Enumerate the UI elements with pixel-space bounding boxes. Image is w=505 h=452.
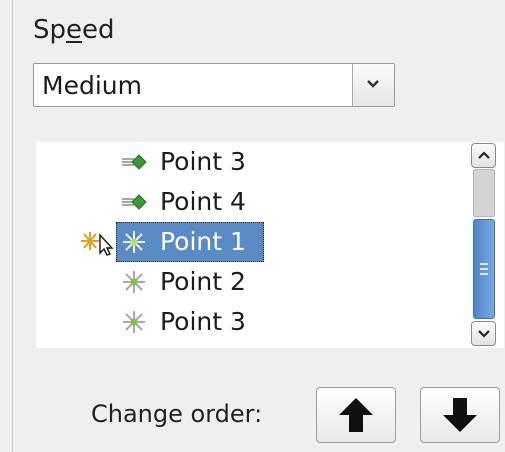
custom-animation-panel: Speed Medium Point 3 Point 4 Point 1 Poi…: [0, 0, 505, 452]
change-order-label: Change order:: [91, 400, 263, 428]
list-item-label: Point 3: [160, 147, 246, 176]
list-item[interactable]: Point 3: [36, 142, 466, 182]
scroll-down-button[interactable]: [471, 321, 496, 346]
motion-path-icon: [122, 194, 147, 210]
scroll-thumb-grip: [480, 268, 488, 270]
scroll-thumb[interactable]: [473, 219, 495, 319]
list-item-label: Point 1: [160, 227, 246, 256]
list-item[interactable]: Point 3: [36, 302, 466, 342]
chevron-up-icon: [478, 151, 490, 159]
arrow-down-icon: [443, 398, 477, 432]
panel-divider: [12, 0, 13, 452]
motion-path-icon: [122, 154, 147, 170]
list-item-label: Point 2: [160, 267, 246, 296]
list-item-selected[interactable]: Point 1: [116, 222, 264, 262]
sparkle-icon: [123, 311, 145, 333]
speed-dropdown-button[interactable]: [352, 64, 394, 106]
list-scrollbar[interactable]: [470, 142, 498, 348]
list-item-label: Point 4: [160, 187, 246, 216]
speed-select[interactable]: Medium: [33, 63, 395, 107]
list-item[interactable]: Point 4: [36, 182, 466, 222]
list-item[interactable]: Point 2: [36, 262, 466, 302]
speed-label: Speed: [33, 15, 115, 45]
scroll-up-button[interactable]: [471, 143, 496, 168]
scroll-thumb-grip: [480, 273, 488, 275]
scroll-track[interactable]: [473, 169, 495, 217]
move-up-button[interactable]: [316, 387, 396, 443]
mouse-click-trigger-icon: [81, 232, 114, 256]
move-down-button[interactable]: [420, 387, 500, 443]
list-item-label: Point 3: [160, 307, 246, 336]
arrow-up-icon: [339, 398, 373, 432]
speed-select-value: Medium: [42, 71, 142, 100]
scroll-thumb-grip: [480, 263, 488, 265]
chevron-down-icon: [478, 330, 490, 338]
chevron-down-icon: [367, 80, 379, 88]
animation-effects-list[interactable]: Point 3 Point 4 Point 1 Point 2 Point 3: [36, 142, 504, 348]
sparkle-icon: [123, 231, 145, 253]
sparkle-icon: [123, 271, 145, 293]
